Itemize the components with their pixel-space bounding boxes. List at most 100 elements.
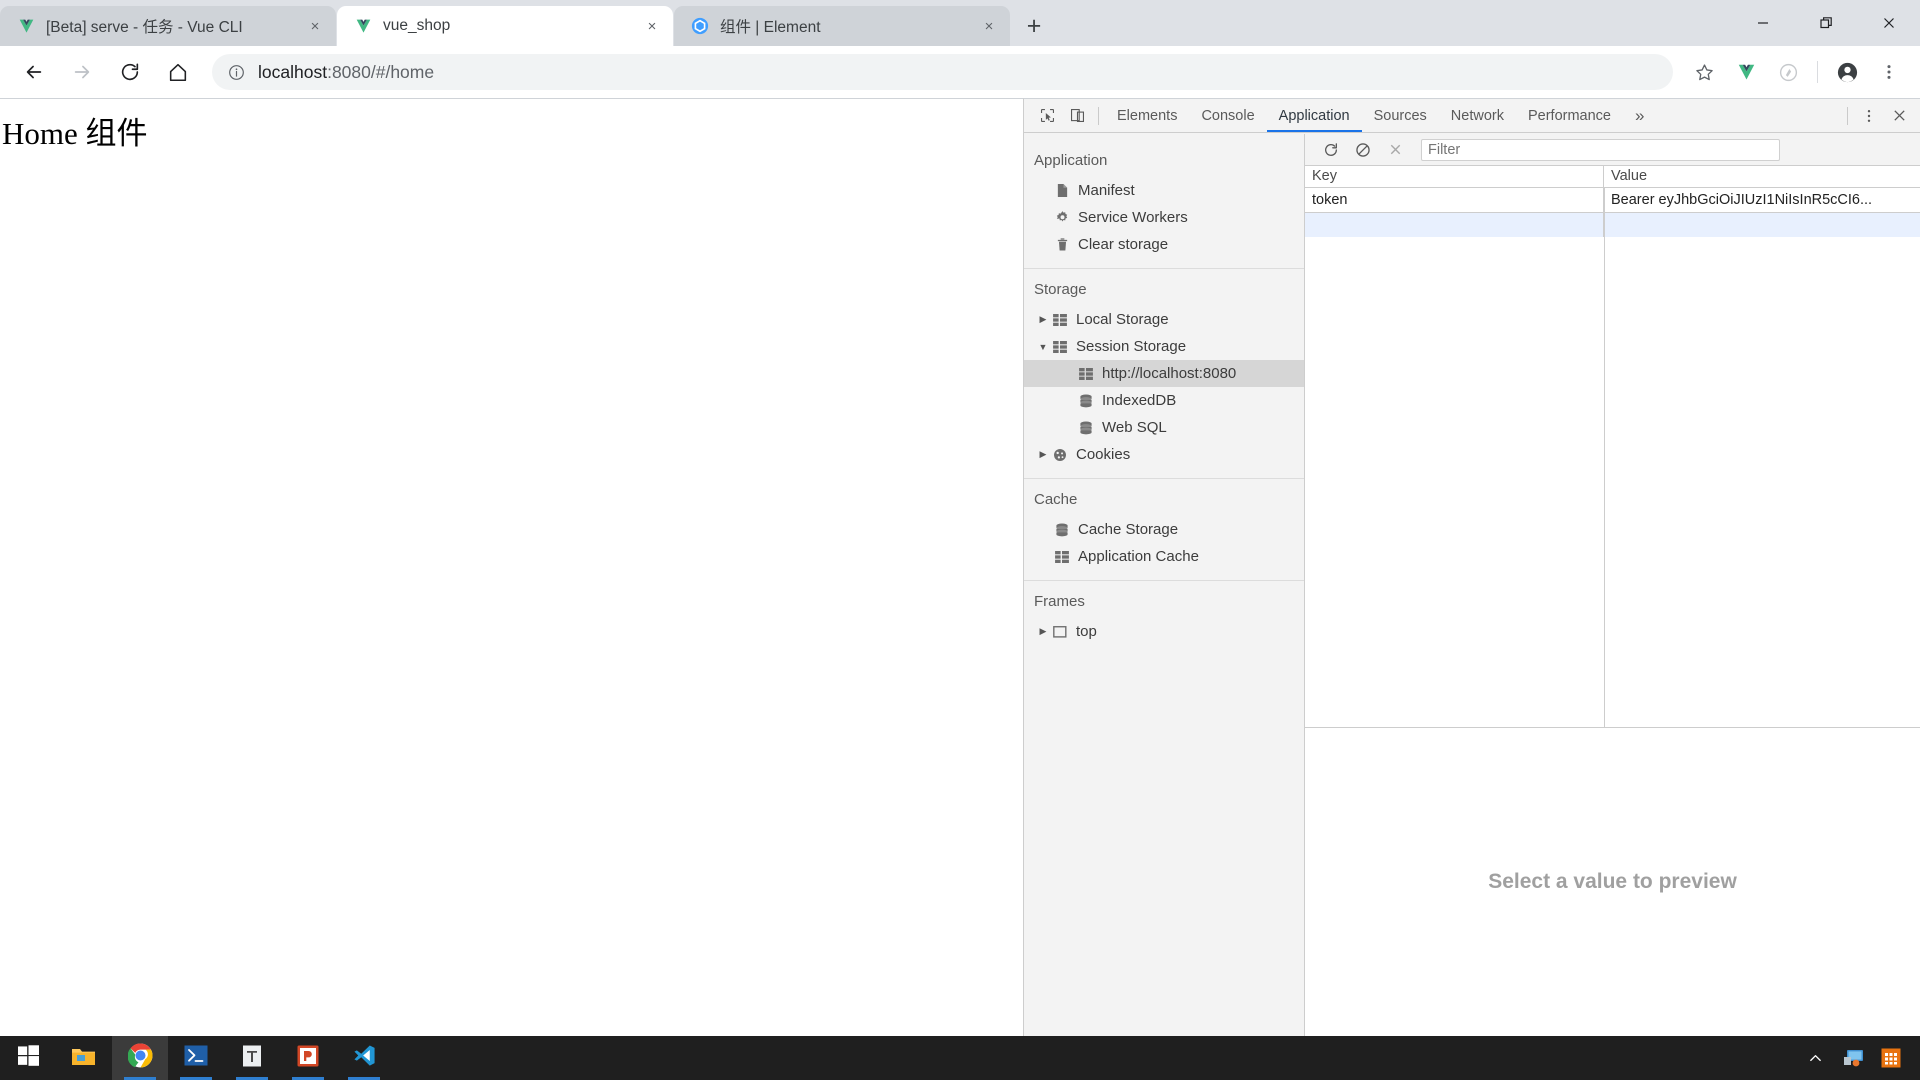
chevron-right-icon[interactable]: ▶ (1036, 626, 1050, 637)
typora[interactable] (224, 1036, 280, 1080)
filter-input[interactable] (1421, 138, 1780, 161)
table-empty-row[interactable] (1305, 213, 1920, 237)
windows-logo-icon (17, 1045, 39, 1071)
kebab-menu-icon[interactable] (1870, 53, 1908, 91)
cookie-icon (1050, 448, 1070, 462)
info-circle-icon[interactable] (228, 64, 245, 81)
database-icon (1076, 421, 1096, 435)
tab-performance[interactable]: Performance (1516, 99, 1623, 132)
trash-icon (1052, 237, 1072, 252)
network-monitor-icon[interactable] (1834, 1036, 1872, 1080)
value-preview-panel: Select a value to preview (1305, 728, 1920, 1036)
tab-sources[interactable]: Sources (1362, 99, 1439, 132)
cell-value[interactable] (1604, 213, 1920, 237)
device-toolbar-icon[interactable] (1062, 103, 1092, 129)
new-tab-button[interactable]: + (1017, 9, 1051, 43)
close-icon[interactable] (1857, 0, 1920, 46)
sidebar-item-cookies[interactable]: ▶ Cookies (1024, 441, 1304, 468)
close-icon[interactable]: × (641, 15, 663, 37)
tab-title: vue_shop (383, 17, 451, 34)
powershell[interactable] (168, 1036, 224, 1080)
sidebar-item-label: Web SQL (1102, 419, 1167, 436)
sidebar-item-manifest[interactable]: Manifest (1024, 177, 1304, 204)
vue-extension-icon[interactable] (1727, 53, 1765, 91)
cell-value[interactable]: Bearer eyJhbGciOiJIUzI1NiIsInR5cCI6... (1604, 188, 1920, 212)
reload-icon[interactable] (109, 51, 151, 93)
tab-application[interactable]: Application (1267, 99, 1362, 132)
delete-selected-icon[interactable] (1379, 137, 1411, 163)
sidebar-group-frames: Frames ▶ top (1024, 581, 1304, 655)
close-icon[interactable]: × (304, 15, 326, 37)
profile-avatar-icon[interactable] (1828, 53, 1866, 91)
clear-all-icon[interactable] (1347, 137, 1379, 163)
devtools-sidebar: Application Manifest Service Workers Cle… (1024, 134, 1305, 1036)
devtools-body: Application Manifest Service Workers Cle… (1024, 134, 1920, 1036)
browser-tab[interactable]: 组件 | Element × (674, 6, 1010, 46)
sidebar-group-title: Frames (1034, 593, 1085, 610)
browser-toolbar: localhost:8080/#/home (0, 46, 1920, 98)
table-grid-icon (1050, 340, 1070, 353)
vscode-icon (353, 1044, 376, 1072)
extension-circle-icon[interactable] (1769, 53, 1807, 91)
restore-icon[interactable] (1794, 0, 1857, 46)
preview-placeholder-text: Select a value to preview (1488, 870, 1737, 893)
devtools-tab-bar-right (1841, 103, 1920, 129)
sidebar-item-application-cache[interactable]: Application Cache (1024, 543, 1304, 570)
tab-elements[interactable]: Elements (1105, 99, 1189, 132)
system-tray (1796, 1036, 1920, 1080)
browser-tab[interactable]: [Beta] serve - 任务 - Vue CLI × (0, 6, 336, 46)
file-explorer[interactable] (56, 1036, 112, 1080)
table-grid-icon (1076, 367, 1096, 380)
tabs-overflow-button[interactable]: » (1623, 99, 1656, 132)
sidebar-item-cache-storage[interactable]: Cache Storage (1024, 516, 1304, 543)
back-arrow-icon[interactable] (13, 51, 55, 93)
toolbar-divider (1817, 61, 1818, 83)
column-header-key[interactable]: Key (1305, 166, 1604, 187)
sidebar-item-label: http://localhost:8080 (1102, 365, 1237, 382)
vs-code[interactable] (336, 1036, 392, 1080)
sidebar-group-storage: Storage ▶ Local Storage ▼ Session Storag… (1024, 269, 1304, 479)
google-chrome[interactable] (112, 1036, 168, 1080)
sidebar-item-clear-storage[interactable]: Clear storage (1024, 231, 1304, 258)
sidebar-item-local-storage[interactable]: ▶ Local Storage (1024, 306, 1304, 333)
chevron-up-icon[interactable] (1796, 1036, 1834, 1080)
home-icon[interactable] (157, 51, 199, 93)
tab-strip: [Beta] serve - 任务 - Vue CLI × vue_shop ×… (0, 0, 1920, 46)
sidebar-item-label: Service Workers (1078, 209, 1188, 226)
chevron-right-icon[interactable]: ▶ (1036, 314, 1050, 325)
database-icon (1052, 523, 1072, 537)
forward-arrow-icon (61, 51, 103, 93)
tab-title: [Beta] serve - 任务 - Vue CLI (46, 19, 243, 36)
cell-key[interactable] (1305, 213, 1604, 237)
tab-console[interactable]: Console (1189, 99, 1266, 132)
tab-network[interactable]: Network (1439, 99, 1516, 132)
star-icon[interactable] (1685, 53, 1723, 91)
browser-tab[interactable]: vue_shop × (337, 6, 673, 46)
sidebar-item-web-sql[interactable]: Web SQL (1024, 414, 1304, 441)
sidebar-item-label: Local Storage (1076, 311, 1169, 328)
sidebar-item-service-workers[interactable]: Service Workers (1024, 204, 1304, 231)
inspect-element-icon[interactable] (1032, 103, 1062, 129)
table-row[interactable]: token Bearer eyJhbGciOiJIUzI1NiIsInR5cCI… (1305, 188, 1920, 212)
close-icon[interactable]: × (978, 15, 1000, 37)
sidebar-item-localhost-8080[interactable]: http://localhost:8080 (1024, 360, 1304, 387)
vue-icon (16, 16, 36, 36)
orange-app-icon[interactable] (1872, 1036, 1910, 1080)
sidebar-item-indexeddb[interactable]: IndexedDB (1024, 387, 1304, 414)
powerpoint[interactable] (280, 1036, 336, 1080)
sidebar-item-session-storage[interactable]: ▼ Session Storage (1024, 333, 1304, 360)
chevron-right-icon[interactable]: ▶ (1036, 449, 1050, 460)
minimize-icon[interactable] (1731, 0, 1794, 46)
column-divider[interactable] (1604, 188, 1605, 727)
address-bar[interactable]: localhost:8080/#/home (212, 54, 1673, 90)
url-text: localhost:8080/#/home (258, 62, 434, 83)
close-icon[interactable] (1884, 103, 1914, 129)
sidebar-item-top-frame[interactable]: ▶ top (1024, 618, 1304, 645)
cell-key[interactable]: token (1305, 188, 1604, 212)
start-button[interactable] (0, 1036, 56, 1080)
refresh-icon[interactable] (1315, 137, 1347, 163)
powershell-icon (184, 1045, 208, 1071)
kebab-menu-icon[interactable] (1854, 103, 1884, 129)
column-header-value[interactable]: Value (1604, 166, 1920, 187)
chevron-down-icon[interactable]: ▼ (1036, 342, 1050, 352)
